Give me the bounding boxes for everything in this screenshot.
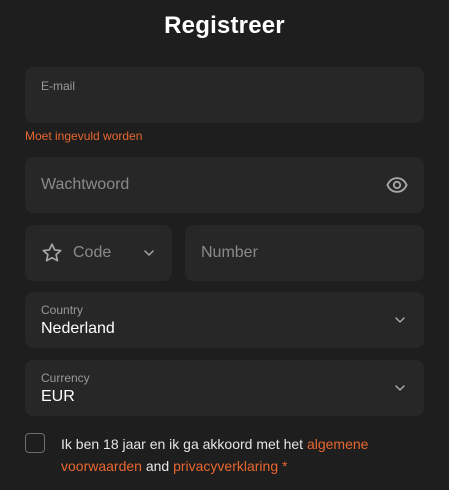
phone-code-placeholder: Code [73,244,112,261]
country-value: Nederland [41,320,115,337]
terms-text: Ik ben 18 jaar en ik ga akkoord met het … [61,433,431,477]
currency-label: Currency [41,371,90,385]
required-mark: * [278,458,288,474]
terms-text-middle: and [141,458,174,474]
country-select[interactable]: Country Nederland [25,292,424,348]
privacy-link[interactable]: privacyverklaring [173,458,278,474]
terms-checkbox[interactable] [25,433,45,453]
email-label: E-mail [41,79,76,93]
eye-icon[interactable] [386,174,408,196]
chevron-down-icon [144,250,154,256]
phone-number-placeholder: Number [201,244,258,261]
terms-text-before: Ik ben 18 jaar en ik ga akkoord met het [61,436,307,452]
currency-select[interactable]: Currency EUR [25,360,424,416]
country-label: Country [41,303,84,317]
page-title: Registreer [164,12,285,39]
chevron-down-icon [395,385,405,391]
currency-value: EUR [41,388,75,405]
password-placeholder: Wachtwoord [41,176,130,193]
email-field[interactable]: E-mail [25,67,424,123]
phone-code-select[interactable]: Code [25,225,172,281]
email-error-message: Moet ingevuld worden [25,129,143,143]
password-field[interactable]: Wachtwoord [25,157,424,213]
star-icon [42,243,62,262]
chevron-down-icon [395,317,405,323]
phone-number-input[interactable]: Number [185,225,424,281]
